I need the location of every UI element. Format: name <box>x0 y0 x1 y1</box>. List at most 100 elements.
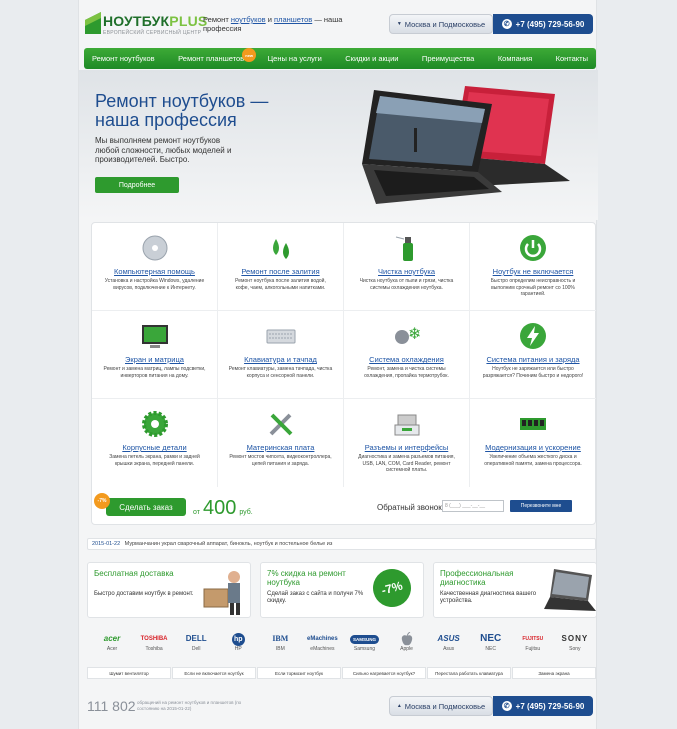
black-laptop-image <box>362 90 502 204</box>
asus-logo: ASUS <box>437 634 460 643</box>
tagline-link-tablets[interactable]: планшетов <box>274 15 312 24</box>
disc-icon <box>140 233 170 263</box>
service-card[interactable]: Ремонт после залития Ремонт ноутбука пос… <box>218 223 344 311</box>
callback-button[interactable]: Перезвоните мне <box>510 500 572 512</box>
tag-link[interactable]: Перестала работать клавиатура <box>427 667 511 679</box>
service-card[interactable]: Корпусные детали Замена петель экрана, р… <box>92 399 218 487</box>
phone-button[interactable]: ✆ +7 (495) 729-56-90 <box>493 14 593 34</box>
promo-diagnostics[interactable]: Профессиональная диагностика Качественна… <box>433 562 597 618</box>
brand-name: Fujitsu <box>525 646 541 652</box>
more-button[interactable]: Подробнее <box>95 177 179 193</box>
service-card[interactable]: Клавиатура и тачпад Ремонт клавиатуры, з… <box>218 311 344 399</box>
brand-hp[interactable]: hp HP <box>217 632 259 662</box>
promo-discount[interactable]: 7% скидка на ремонт ноутбука Сделай зака… <box>260 562 424 618</box>
hp-logo: hp <box>217 632 259 646</box>
logo-subtitle: ЕВРОПЕЙСКИЙ СЕРВИСНЫЙ ЦЕНТР <box>103 30 202 36</box>
service-card[interactable]: Система питания и заряда Ноутбук не заря… <box>470 311 596 399</box>
brand-dell[interactable]: DELL Dell <box>175 632 217 662</box>
nav-item-contacts[interactable]: Контакты <box>556 54 588 63</box>
news-ticker[interactable]: 2015-01-22 Мурманчанин украл сварочный а… <box>87 538 596 550</box>
charge-icon <box>518 321 548 351</box>
service-title[interactable]: Компьютерная помощь <box>92 267 217 276</box>
nav-item-advantages[interactable]: Преимущества <box>422 54 474 63</box>
main-nav: Ремонт ноутбуков Ремонт планшетов new Цен… <box>84 48 596 69</box>
service-title[interactable]: Разъемы и интерфейсы <box>344 443 469 452</box>
order-button[interactable]: Сделать заказ <box>106 498 186 516</box>
service-card[interactable]: Компьютерная помощь Установка и настройк… <box>92 223 218 311</box>
footer-phone-button[interactable]: ✆ +7 (495) 729-56-90 <box>493 696 593 716</box>
brand-name: Sony <box>569 646 581 652</box>
service-desc: Ноутбук не заряжается или быстро разряжа… <box>482 366 584 379</box>
triangle-up-icon: ▲ <box>396 703 402 709</box>
service-title[interactable]: Система питания и заряда <box>470 355 596 364</box>
brand-emachines[interactable]: eMachines eMachines <box>301 632 343 662</box>
service-title[interactable]: Модернизация и ускорение <box>470 443 596 452</box>
nav-item-tablet-repair[interactable]: Ремонт планшетов new <box>178 48 257 63</box>
brand-fujitsu[interactable]: FUJITSU Fujitsu <box>512 632 554 662</box>
nav-item-laptop-repair[interactable]: Ремонт ноутбуков <box>92 54 155 63</box>
price-currency: руб. <box>239 509 253 516</box>
service-card[interactable]: Чистка ноутбука Чистка ноутбука от пыли … <box>344 223 470 311</box>
service-title[interactable]: Клавиатура и тачпад <box>218 355 343 364</box>
city-selector[interactable]: ▼ Москва и Подмосковье <box>389 14 493 34</box>
brand-nec[interactable]: NEC NEC <box>470 632 512 662</box>
brand-asus[interactable]: ASUS Asus <box>428 632 470 662</box>
tag-link[interactable]: Сильно нагревается ноутбук? <box>342 667 426 679</box>
brand-apple[interactable]: Apple <box>386 631 428 662</box>
brand-acer[interactable]: acer Acer <box>91 632 133 662</box>
service-card[interactable]: Разъемы и интерфейсы Диагностика и замен… <box>344 399 470 487</box>
tag-link[interactable]: Шумит вентилятор <box>87 667 171 679</box>
nav-item-label: Ремонт планшетов <box>178 54 245 63</box>
promo-title: Бесплатная доставка <box>94 569 174 578</box>
footer-city-selector[interactable]: ▲ Москва и Подмосковье <box>389 696 493 716</box>
service-title[interactable]: Материнская плата <box>218 443 343 452</box>
logo-plus: PLUS <box>169 13 208 29</box>
callback-phone-input[interactable]: 8 (___) ___-__-__ <box>442 500 504 512</box>
brand-toshiba[interactable]: TOSHIBA Toshiba <box>133 632 175 662</box>
logo-text: НОУТБУК <box>103 13 170 29</box>
promo-title: 7% скидка на ремонт ноутбука <box>267 569 346 587</box>
keyboard-icon <box>266 321 296 351</box>
promo-free-delivery[interactable]: Бесплатная доставка Быстро доставим ноут… <box>87 562 251 618</box>
brand-name: Dell <box>191 646 201 652</box>
memory-icon <box>518 409 548 439</box>
phone-icon: ✆ <box>501 701 512 711</box>
nav-item-prices[interactable]: Цены на услуги <box>268 54 322 63</box>
price-from-label: от <box>193 509 200 516</box>
apple-icon <box>386 631 428 646</box>
service-title[interactable]: Корпусные детали <box>92 443 217 452</box>
hp-logo-text: hp <box>231 633 245 646</box>
service-desc: Ремонт и замена матриц, лампы подсветки,… <box>103 366 206 379</box>
brand-samsung[interactable]: SAMSUNG Samsung <box>343 632 385 662</box>
nav-item-discounts[interactable]: Скидки и акции <box>345 54 398 63</box>
brand-name: NEC <box>485 646 496 652</box>
news-text: Мурманчанин украл сварочный аппарат, бин… <box>124 541 333 547</box>
service-desc: Ремонт клавиатуры, замена тачпада, чистк… <box>228 366 333 379</box>
connector-icon <box>392 409 422 439</box>
service-card[interactable]: Модернизация и ускорение Увеличение объе… <box>470 399 596 487</box>
brand-name: IBM <box>275 646 285 652</box>
promo-text: Быстро доставим ноутбук в ремонт. <box>94 591 194 597</box>
logo[interactable]: НОУТБУКPLUS <box>103 13 207 29</box>
hero-title: Ремонт ноутбуков — наша профессия <box>95 91 269 130</box>
tag-link[interactable]: Если не включается ноутбук <box>172 667 256 679</box>
service-title[interactable]: Чистка ноутбука <box>344 267 469 276</box>
service-card[interactable]: Материнская плата Ремонт мостов чипсета,… <box>218 399 344 487</box>
service-card[interactable]: ❄ Система охлаждения Ремонт, замена и чи… <box>344 311 470 399</box>
service-title[interactable]: Система охлаждения <box>344 355 469 364</box>
service-title[interactable]: Ремонт после залития <box>218 267 343 276</box>
tag-link[interactable]: Замена экрана <box>512 667 596 679</box>
brand-name: Toshiba <box>145 646 163 652</box>
order-row: Сделать заказ -7% от 400 руб. Обратный з… <box>92 489 597 526</box>
tag-link[interactable]: Если тормозит ноутбук <box>257 667 341 679</box>
brand-sony[interactable]: SONY Sony <box>554 632 596 662</box>
tagline-link-laptops[interactable]: ноутбуков <box>231 15 266 24</box>
brand-ibm[interactable]: IBM IBM <box>259 632 301 662</box>
counter-caption: обращений на ремонт ноутбуков и планшето… <box>137 700 242 711</box>
service-title[interactable]: Экран и матрица <box>92 355 217 364</box>
nav-item-company[interactable]: Компания <box>498 54 532 63</box>
service-title[interactable]: Ноутбук не включается <box>470 267 596 276</box>
dell-logo: DELL <box>185 634 207 643</box>
service-card[interactable]: Ноутбук не включается Быстро определим н… <box>470 223 596 311</box>
service-card[interactable]: Экран и матрица Ремонт и замена матриц, … <box>92 311 218 399</box>
